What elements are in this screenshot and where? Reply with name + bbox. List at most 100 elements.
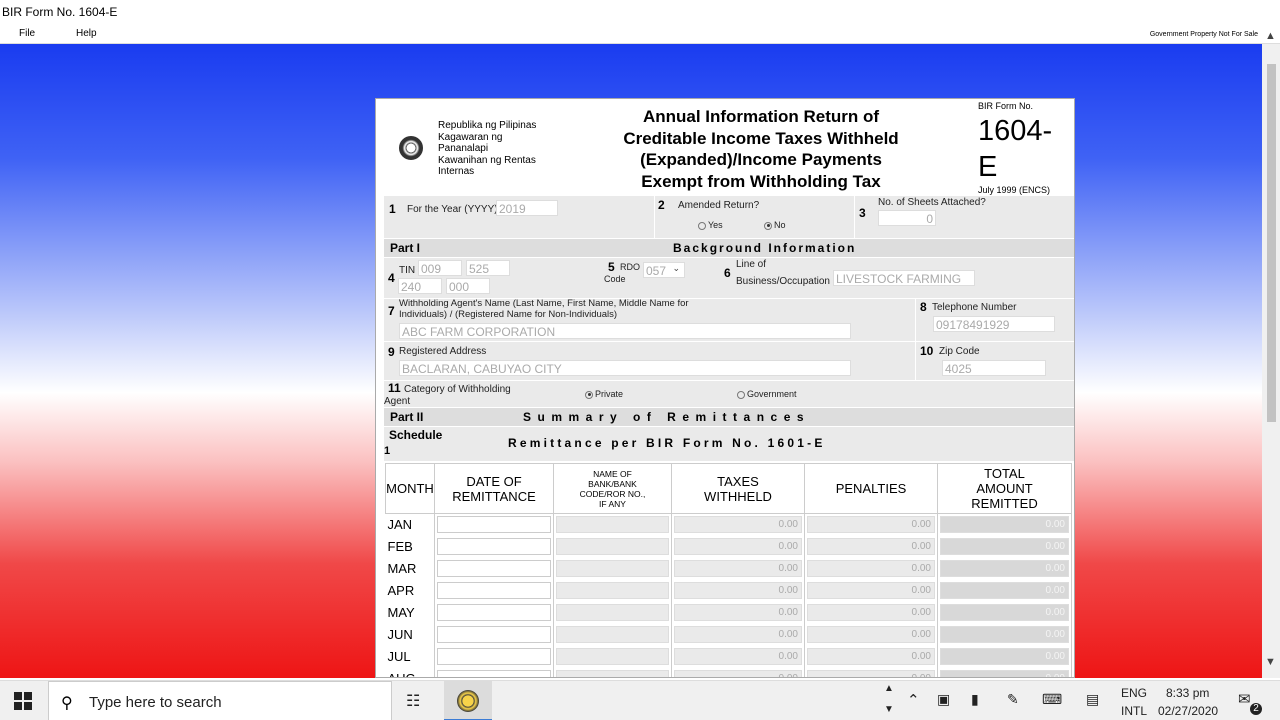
zip-input[interactable]: 4025 [942, 360, 1046, 376]
date-cell [434, 601, 554, 624]
field-number: 3 [859, 206, 866, 220]
penalties-input[interactable]: 0.00 [807, 538, 935, 555]
penalties-input[interactable]: 0.00 [807, 516, 935, 534]
show-hidden-icons-icon[interactable]: ⌃ [907, 691, 920, 709]
bank-cell [553, 645, 672, 668]
radio-selected-icon[interactable] [585, 390, 593, 399]
pen-icon[interactable]: ✎ [1007, 691, 1019, 708]
bir-app-taskbar-button[interactable] [444, 681, 492, 720]
scroll-up-icon[interactable]: ▲ [1265, 30, 1276, 42]
month-cell: MAR [385, 557, 435, 580]
menu-file[interactable]: File [19, 28, 35, 39]
date-input[interactable] [437, 670, 551, 677]
bank-input[interactable] [556, 604, 669, 621]
business-input[interactable]: LIVESTOCK FARMING [833, 270, 975, 286]
bir-seal-icon [399, 136, 423, 160]
date-input[interactable] [437, 604, 551, 621]
category-private-radio[interactable]: Private [585, 389, 623, 399]
penalties-input[interactable]: 0.00 [807, 604, 935, 621]
bank-input[interactable] [556, 626, 669, 643]
table-row: JUN 0.00 0.00 0.00 [385, 623, 1072, 646]
scroll-up-icon[interactable]: ▲ [884, 683, 894, 694]
amended-no-radio[interactable]: No [764, 220, 786, 230]
total-output: 0.00 [940, 670, 1069, 677]
scroll-thumb[interactable] [1267, 64, 1276, 422]
telephone-input[interactable]: 09178491929 [933, 316, 1055, 332]
taskbar: ⚲ Type here to search ☷ ▲ ▼ ⌃ ▣ ▮ ✎ ⌨ ▤ … [0, 680, 1280, 720]
taskbar-search[interactable]: ⚲ Type here to search [48, 681, 392, 720]
taxes-input[interactable]: 0.00 [674, 626, 802, 643]
taxes-input[interactable]: 0.00 [674, 516, 802, 534]
tin-input-2[interactable]: 525 [466, 260, 510, 276]
taxes-input[interactable]: 0.00 [674, 648, 802, 665]
month-cell: FEB [385, 535, 435, 558]
taxes-input[interactable]: 0.00 [674, 560, 802, 577]
col-date: DATE OF REMITTANCE [434, 463, 554, 514]
menu-help[interactable]: Help [76, 28, 97, 39]
penalties-input[interactable]: 0.00 [807, 626, 935, 643]
scroll-down-icon[interactable]: ▼ [1265, 656, 1276, 668]
network-icon[interactable]: ▣ [937, 691, 950, 708]
option-label: No [774, 220, 786, 230]
bir-form-date: July 1999 (ENCS) [978, 185, 1051, 195]
tin-input-1[interactable]: 009 [418, 260, 462, 276]
tin-input-3[interactable]: 240 [398, 278, 442, 294]
taxes-input[interactable]: 0.00 [674, 670, 802, 677]
date-input[interactable] [437, 560, 551, 577]
month-cell: JUL [385, 645, 435, 668]
date-input[interactable] [437, 582, 551, 599]
penalties-input[interactable]: 0.00 [807, 670, 935, 677]
bank-input[interactable] [556, 560, 669, 577]
date-input[interactable] [437, 516, 551, 534]
taxes-input[interactable]: 0.00 [674, 582, 802, 599]
agent-name-input[interactable]: ABC FARM CORPORATION [399, 323, 851, 339]
penalties-input[interactable]: 0.00 [807, 582, 935, 599]
rdo-select[interactable]: 057 ⌄ [643, 262, 685, 278]
radio-selected-icon[interactable] [764, 221, 772, 230]
bank-cell [553, 513, 672, 536]
notification-icon[interactable]: ✉ [1238, 690, 1251, 708]
taxes-input[interactable]: 0.00 [674, 538, 802, 555]
year-input[interactable]: 2019 [496, 200, 558, 216]
bank-input[interactable] [556, 648, 669, 665]
task-view-icon[interactable]: ☷ [406, 691, 420, 711]
language-primary[interactable]: ENG [1121, 686, 1147, 700]
chevron-down-icon[interactable]: ⌄ [672, 263, 680, 274]
date-input[interactable] [437, 538, 551, 555]
clock-date[interactable]: 02/27/2020 [1158, 704, 1218, 718]
tin-input-4[interactable]: 000 [446, 278, 490, 294]
category-government-radio[interactable]: Government [737, 389, 797, 399]
penalties-input[interactable]: 0.00 [807, 648, 935, 665]
bank-input[interactable] [556, 516, 669, 534]
amended-yes-radio[interactable]: Yes [698, 220, 723, 230]
sheets-input[interactable]: 0 [878, 210, 936, 226]
part-title: Summary of Remittances [523, 410, 811, 424]
bank-input[interactable] [556, 582, 669, 599]
col-month: MONTH [385, 463, 435, 514]
language-secondary[interactable]: INTL [1121, 704, 1147, 718]
battery-icon[interactable]: ▮ [971, 691, 979, 708]
input-indicator-icon[interactable]: ▤ [1086, 691, 1099, 708]
bank-input[interactable] [556, 538, 669, 555]
telephone-label: Telephone Number [932, 302, 1017, 313]
penalties-cell: 0.00 [804, 645, 938, 668]
total-output: 0.00 [940, 582, 1069, 599]
bir-form: Republika ng Pilipinas Kagawaran ng Pana… [375, 98, 1075, 678]
agency-line: Republika ng Pilipinas [438, 120, 537, 131]
windows-start-icon[interactable] [14, 692, 32, 710]
penalties-input[interactable]: 0.00 [807, 560, 935, 577]
taxes-input[interactable]: 0.00 [674, 604, 802, 621]
date-input[interactable] [437, 626, 551, 643]
radio-icon[interactable] [737, 390, 745, 399]
date-input[interactable] [437, 648, 551, 665]
address-input[interactable]: BACLARAN, CABUYAO CITY [399, 360, 851, 376]
vertical-scrollbar[interactable]: ▲ ▼ [1262, 30, 1280, 678]
radio-icon[interactable] [698, 221, 706, 230]
option-label: Private [595, 389, 624, 399]
total-cell: 0.00 [937, 513, 1072, 536]
clock-time[interactable]: 8:33 pm [1166, 686, 1209, 700]
penalties-cell: 0.00 [804, 579, 938, 602]
keyboard-icon[interactable]: ⌨ [1042, 691, 1062, 708]
scroll-down-icon[interactable]: ▼ [884, 704, 894, 715]
bank-input[interactable] [556, 670, 669, 677]
